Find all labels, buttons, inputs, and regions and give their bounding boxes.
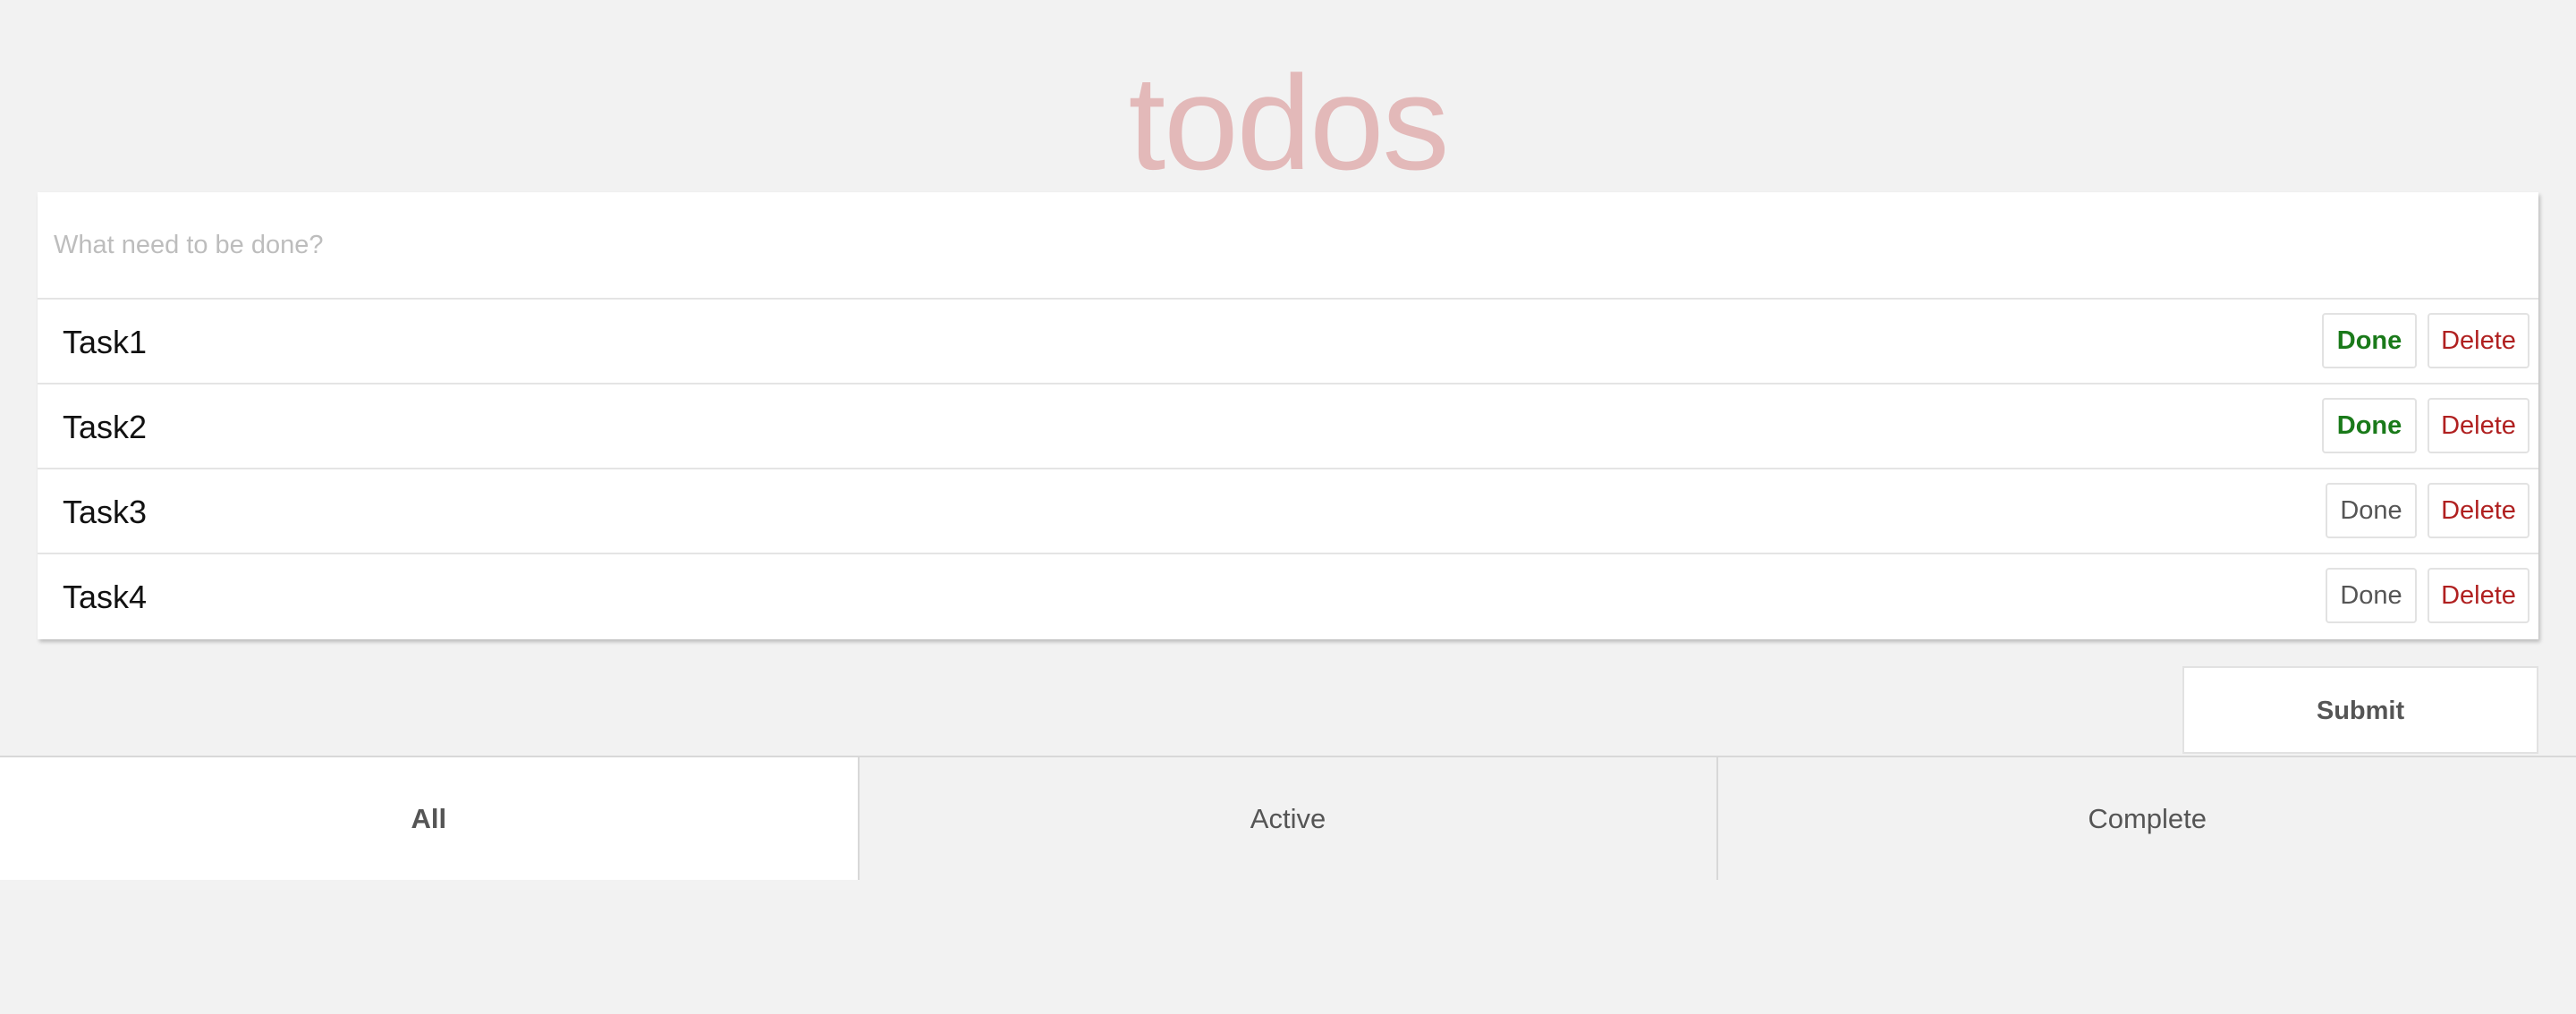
page-title: todos (1128, 47, 1450, 198)
todo-item: Task4 Done Delete (38, 554, 2538, 639)
todo-label: Task1 (63, 324, 148, 360)
done-button[interactable]: Done (2322, 313, 2417, 368)
todo-item: Task2 Done Delete (38, 384, 2538, 469)
delete-button[interactable]: Delete (2428, 483, 2529, 538)
submit-button[interactable]: Submit (2182, 666, 2538, 754)
filter-all[interactable]: All (0, 757, 858, 880)
delete-button[interactable]: Delete (2428, 568, 2529, 623)
delete-button[interactable]: Delete (2428, 313, 2529, 368)
delete-button[interactable]: Delete (2428, 398, 2529, 453)
todo-item: Task1 Done Delete (38, 300, 2538, 384)
todo-panel: Task1 Done Delete Task2 Done Delete Task… (38, 192, 2538, 639)
done-button[interactable]: Done (2326, 483, 2417, 538)
done-button[interactable]: Done (2322, 398, 2417, 453)
new-todo-input[interactable] (38, 192, 2538, 300)
done-button[interactable]: Done (2326, 568, 2417, 623)
todo-item: Task3 Done Delete (38, 469, 2538, 554)
todo-label: Task3 (63, 494, 148, 530)
todo-label: Task4 (63, 579, 148, 615)
todo-list: Task1 Done Delete Task2 Done Delete Task… (38, 300, 2538, 639)
filter-active[interactable]: Active (857, 757, 1717, 880)
filter-complete[interactable]: Complete (1716, 757, 2576, 880)
filter-bar: All Active Complete (0, 756, 2576, 880)
todo-label: Task2 (63, 409, 148, 445)
